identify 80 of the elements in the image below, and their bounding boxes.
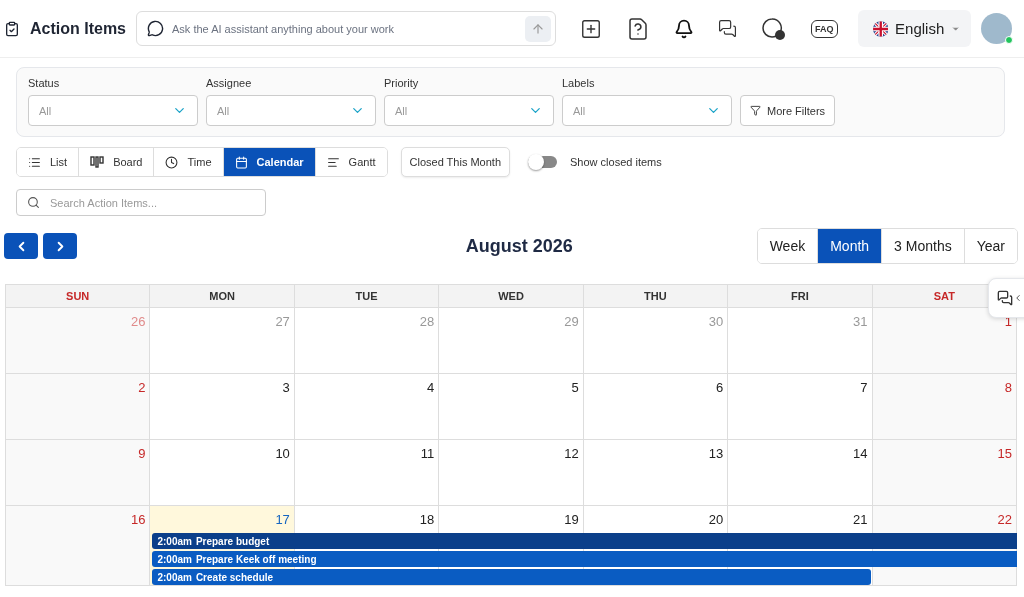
day-number: 10 [275,446,290,461]
view-tab[interactable]: Calendar [223,148,316,176]
day-number: 16 [130,512,146,527]
more-filters-button[interactable]: More Filters [740,95,836,126]
day-number: 29 [564,314,579,329]
day-number: 6 [715,380,724,395]
faq-button[interactable]: FAQ [811,19,838,38]
day-number: 28 [419,314,435,329]
filter-label: Status [28,77,61,89]
view-tab[interactable]: List [17,148,80,176]
day-number: 13 [708,446,724,461]
day-number: 3 [282,380,290,395]
search-field[interactable]: Search Action Items... [16,189,266,216]
day-cell[interactable]: 17 [150,506,295,532]
day-number: 12 [564,446,579,461]
add-icon[interactable] [580,17,602,40]
day-cell[interactable]: 9 [6,440,151,466]
weekday-header: MON [150,285,295,308]
day-number: 19 [564,512,579,527]
chat-float-button[interactable] [988,278,1024,318]
filter-label: Assignee [206,77,253,89]
chevron-left-icon [1013,293,1023,303]
day-number: 31 [853,314,868,329]
calendar-icon [234,155,248,169]
day-number: 4 [427,380,435,395]
day-number: 17 [275,512,290,527]
day-number: 18 [419,512,435,527]
chat-icon [147,20,164,37]
range-tab[interactable]: Week [757,229,819,263]
list-icon [28,155,41,169]
filter-label: Priority [384,77,420,89]
next-button[interactable] [43,233,77,259]
weekday-header: FRI [728,285,873,308]
language-selector[interactable]: English [857,10,971,47]
feedback-chat-icon[interactable] [761,15,787,42]
filter-icon [750,105,761,116]
show-closed-toggle[interactable] [528,156,558,168]
day-number: 30 [708,314,724,329]
chat-icon [997,290,1013,306]
calendar-event[interactable]: 2:00am Prepare Keek off meeting [152,551,1017,567]
gantt-icon [326,155,340,169]
clock-icon [165,155,179,169]
day-number: 8 [1004,380,1012,395]
day-number: 15 [997,446,1012,461]
help-document-icon[interactable] [626,16,650,41]
day-cell[interactable]: 15 [872,440,1017,466]
closed-this-month-button[interactable]: Closed This Month [400,147,511,177]
chat-icon[interactable] [718,19,737,38]
day-number: 26 [130,314,146,329]
calendar-event[interactable]: 2:00am Create schedule [152,569,871,585]
day-number: 22 [997,512,1012,527]
day-cell[interactable]: 8 [872,374,1017,400]
day-number: 5 [571,380,579,395]
toggle-label: Show closed items [570,156,662,168]
checklist-icon [4,20,20,37]
weekday-header: SUN [6,285,151,308]
calendar-event[interactable]: 2:00am Prepare budget [152,533,1017,549]
page-title: Action Items [30,19,126,38]
day-cell[interactable]: 16 [6,506,151,532]
day-number: 21 [853,512,868,527]
day-number: 20 [708,512,724,527]
day-number: 2 [138,380,146,395]
search-icon [27,196,40,209]
range-tab[interactable]: Month [818,229,883,263]
day-number: 11 [420,446,435,461]
day-cell[interactable]: 2 [6,374,151,400]
board-icon [90,156,105,168]
weekday-header: THU [583,285,729,308]
day-cell[interactable]: 22 [872,506,1017,532]
day-number: 14 [853,446,868,461]
day-number: 7 [860,380,868,395]
filter-label: Labels [562,77,596,89]
previous-button[interactable] [4,233,38,259]
day-number: 27 [275,314,290,329]
month-title: August 2026 [464,235,574,257]
weekday-header: TUE [294,285,440,308]
notification-bell-icon[interactable] [674,18,694,39]
weekday-header: WED [439,285,584,308]
day-number: 9 [138,446,146,461]
ai-assistant-field[interactable]: Ask the AI assistant anything about your work [136,11,556,46]
